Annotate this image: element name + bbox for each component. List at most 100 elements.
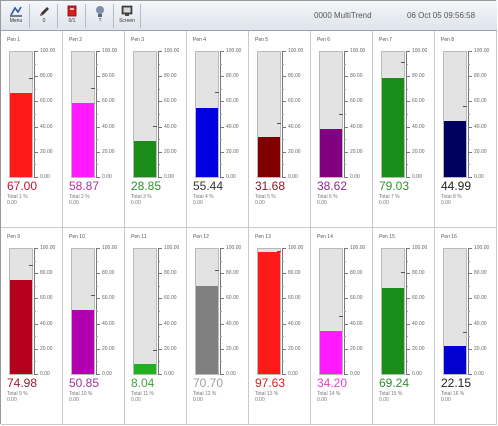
scale-tick [220,88,222,90]
scale-tick [468,248,472,249]
pen-panel[interactable]: Pen 14 100.00 80.00 60.00 40.00 20.00 0.00 34.2… [311,228,373,425]
scale-tick [468,361,470,363]
bar-scale: 100.00 80.00 60.00 40.00 20.00 0.00 [34,245,62,377]
pen-panel[interactable]: Pen 8 100.00 80.00 60.00 40.00 20.00 0.00 44.99… [435,31,497,228]
max-marker [463,331,467,333]
scale-tick [406,139,408,141]
scale-label: 80.00 [350,73,363,80]
scale-tick [406,361,408,363]
pen-panel[interactable]: Pen 3 100.00 80.00 60.00 40.00 20.00 0.00 28.85… [125,31,187,228]
scale-tick [158,323,162,325]
pen-value: 31.68 [255,179,286,193]
pen-panel[interactable]: Pen 9 100.00 80.00 60.00 40.00 20.00 0.00 74.98… [1,228,63,425]
toolbar-divider [85,4,86,28]
alarm-button[interactable]: 0/1 [61,3,83,29]
scale-tick [96,164,98,166]
scale-tick [220,114,222,115]
scale-label: 40.00 [102,320,115,327]
totalizer-value: 0.00 [255,397,265,403]
max-marker [339,113,343,115]
scale-tick [282,101,286,103]
pen-name: Pen 12 [193,234,209,240]
pen-panel[interactable]: Pen 16 100.00 80.00 60.00 40.00 20.00 0.00 22.1… [435,228,497,425]
pen-name: Pen 16 [441,234,457,240]
pen-button[interactable]: 0 [33,3,55,29]
totalizer-value: 0.00 [379,397,389,403]
scale-tick [282,374,286,375]
bar-scale: 100.00 80.00 60.00 40.00 20.00 0.00 [158,48,186,180]
pen-panel[interactable]: Pen 15 100.00 80.00 60.00 40.00 20.00 0.00 69.2… [373,228,435,425]
pen-panel[interactable]: Pen 12 100.00 80.00 60.00 40.00 20.00 0.00 70.7… [187,228,249,425]
pen-panel[interactable]: Pen 4 100.00 80.00 60.00 40.00 20.00 0.00 55.44… [187,31,249,228]
scale-label: 80.00 [474,73,487,80]
scale-label: 60.00 [350,98,363,105]
bar-scale: 100.00 80.00 60.00 40.00 20.00 0.00 [96,245,124,377]
scale-tick [468,298,472,300]
scale-label: 40.00 [350,123,363,130]
totalizer-value: 0.00 [193,397,203,403]
pen-panel[interactable]: Pen 10 100.00 80.00 60.00 40.00 20.00 0.00 50.8… [63,228,125,425]
bar-fill [134,140,156,177]
screen-button[interactable]: Screen [116,3,138,29]
scale-label: 0.00 [474,174,484,180]
screen-title: 0000 MultiTrend [314,11,372,20]
scale-tick [344,273,348,275]
bar-tube [195,248,219,375]
scale-tick [282,323,286,325]
scale-label: 0.00 [102,371,112,377]
bar-scale: 100.00 80.00 60.00 40.00 20.00 0.00 [468,245,496,377]
toolbar-divider [57,4,58,28]
scale-label: 80.00 [412,73,425,80]
scale-tick [220,260,222,262]
max-marker [463,105,467,107]
scale-tick [282,63,284,65]
scale-tick [282,361,284,363]
pen-name: Pen 3 [131,37,145,43]
help-button[interactable]: ? [89,3,111,29]
toolbar: Menu 0 0/1 ? Screen 0000 MultiTrend 06 O… [1,1,497,31]
pen-name: Pen 4 [193,37,207,43]
bar-fill [10,280,32,374]
scale-tick [220,298,224,300]
pen-panel[interactable]: Pen 11 100.00 80.00 60.00 40.00 20.00 0.00 8.04… [125,228,187,425]
scale-tick [34,248,38,249]
scale-label: 100.00 [288,245,304,251]
pen-panel[interactable]: Pen 1 100.00 80.00 60.00 40.00 20.00 0.00 67.00… [1,31,63,228]
scale-tick [220,336,222,338]
menu-button[interactable]: Menu [5,3,27,29]
pen-panel[interactable]: Pen 13 100.00 80.00 60.00 40.00 20.00 0.00 97.6… [249,228,311,425]
scale-label: 40.00 [474,123,487,130]
scale-tick [282,151,286,153]
scale-label: 20.00 [164,148,177,155]
scale-label: 0.00 [226,371,236,377]
scale-tick [158,76,162,78]
scale-tick [344,298,348,300]
scale-label: 80.00 [40,73,53,80]
bar-tube [9,51,33,178]
scale-tick [220,76,224,78]
totalizer-value: 0.00 [379,200,389,206]
multitrend-screen: Menu 0 0/1 ? Screen 0000 MultiTrend 06 O… [0,0,497,425]
scale-label: 0.00 [412,174,422,180]
scale-label: 80.00 [102,270,115,277]
scale-tick [282,114,284,115]
max-marker [401,62,405,64]
pen-panel[interactable]: Pen 7 100.00 80.00 60.00 40.00 20.00 0.00 79.03… [373,31,435,228]
max-marker [153,126,157,128]
scale-tick [282,126,286,128]
scale-tick [158,311,160,312]
pen-value: 70.70 [193,376,224,390]
pen-panel[interactable]: Pen 5 100.00 80.00 60.00 40.00 20.00 0.00 31.68… [249,31,311,228]
pen-panel[interactable]: Pen 6 100.00 80.00 60.00 40.00 20.00 0.00 38.62… [311,31,373,228]
alarm-icon [67,5,77,17]
pen-value: 55.44 [193,179,224,193]
scale-label: 80.00 [288,73,301,80]
scale-tick [406,336,408,338]
pen-panel[interactable]: Pen 2 100.00 80.00 60.00 40.00 20.00 0.00 58.87… [63,31,125,228]
pen-name: Pen 1 [7,37,21,43]
pen-name: Pen 5 [255,37,269,43]
totalizer-value: 0.00 [441,397,451,403]
bar-scale: 100.00 80.00 60.00 40.00 20.00 0.00 [96,48,124,180]
scale-label: 0.00 [350,371,360,377]
scale-label: 80.00 [474,270,487,277]
